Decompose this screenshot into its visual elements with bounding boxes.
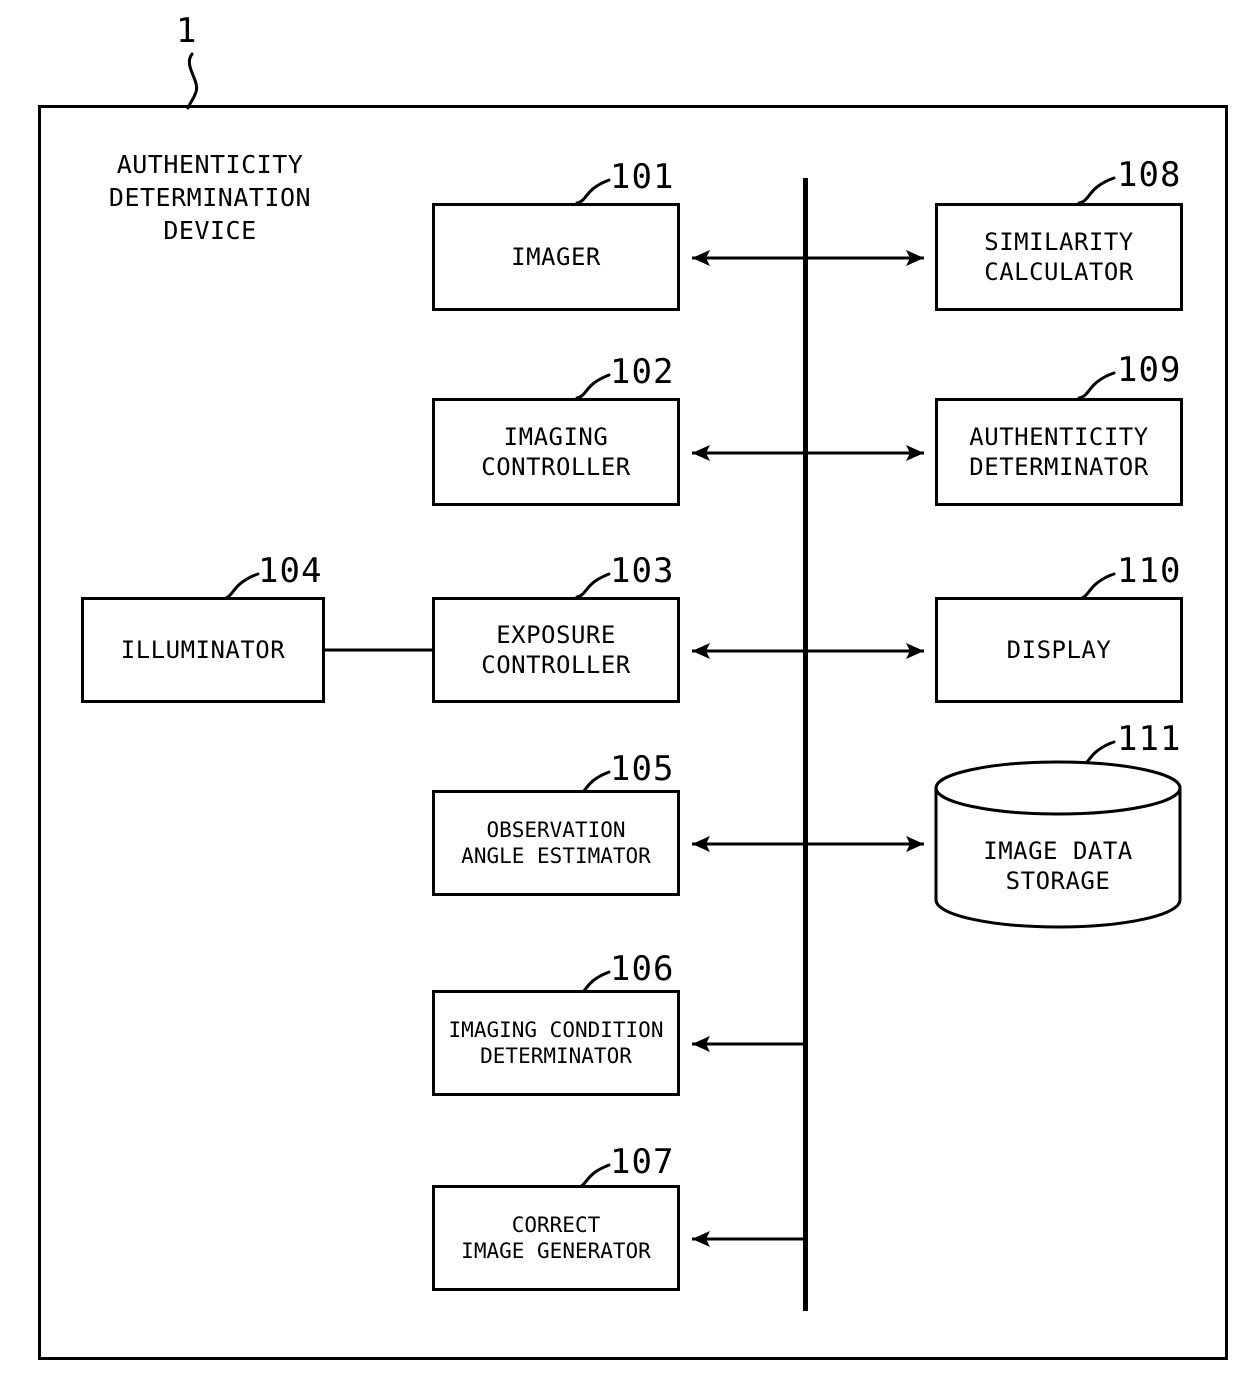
ref-numeral-106: 106 [610,949,675,989]
block-exposure-controller[interactable]: EXPOSURE CONTROLLER [432,597,680,703]
connector-authenticity-to-imaging-controller [692,445,924,461]
ref-numeral-108: 108 [1117,155,1182,195]
connector-display-to-exposure-controller [692,643,924,659]
block-imager[interactable]: IMAGER [432,203,680,311]
block-observation-angle-estimator-label: OBSERVATION ANGLE ESTIMATOR [461,817,651,868]
figure-reference-numeral: 1 [176,11,198,51]
device-title: AUTHENTICITY DETERMINATION DEVICE [108,150,312,245]
connector-similarity-to-imager [692,250,924,266]
block-imager-label: IMAGER [511,242,601,271]
ref-numeral-102: 102 [610,352,675,392]
figure-reference-leader [186,52,199,110]
block-imaging-controller-label: IMAGING CONTROLLER [481,422,631,481]
block-similarity-calculator-label: SIMILARITY CALCULATOR [984,227,1134,286]
connector-bus-to-correct-image-generator [692,1231,808,1247]
ref-numeral-104: 104 [258,551,323,591]
block-display[interactable]: DISPLAY [935,597,1183,703]
block-imaging-condition-determinator-label: IMAGING CONDITION DETERMINATOR [448,1017,664,1068]
block-similarity-calculator[interactable]: SIMILARITY CALCULATOR [935,203,1183,311]
connector-image-data-storage-to-observation-angle-estimator [692,836,924,852]
block-image-data-storage[interactable]: IMAGE DATA STORAGE [933,760,1183,929]
block-authenticity-determinator[interactable]: AUTHENTICITY DETERMINATOR [935,398,1183,506]
ref-numeral-111: 111 [1117,719,1182,759]
block-authenticity-determinator-label: AUTHENTICITY DETERMINATOR [969,422,1149,481]
block-correct-image-generator-label: CORRECT IMAGE GENERATOR [461,1212,651,1263]
ref-numeral-101: 101 [610,157,675,197]
leader-line-108 [1077,176,1116,205]
block-illuminator[interactable]: ILLUMINATOR [81,597,325,703]
leader-line-103 [575,572,611,599]
patent-figure: 1 AUTHENTICITY DETERMINATION DEVICE 101 … [0,0,1240,1376]
block-image-data-storage-label: IMAGE DATA STORAGE [983,837,1133,896]
ref-numeral-105: 105 [610,749,675,789]
leader-line-101 [575,178,611,205]
leader-line-109 [1077,371,1116,400]
block-observation-angle-estimator[interactable]: OBSERVATION ANGLE ESTIMATOR [432,790,680,896]
connector-bus-to-imaging-condition-determinator [692,1036,808,1052]
block-correct-image-generator[interactable]: CORRECT IMAGE GENERATOR [432,1185,680,1291]
connector-illuminator-to-exposure-controller [323,648,435,652]
ref-numeral-107: 107 [610,1142,675,1182]
block-illuminator-label: ILLUMINATOR [120,635,286,664]
block-exposure-controller-label: EXPOSURE CONTROLLER [481,620,631,679]
block-display-label: DISPLAY [1006,635,1112,664]
block-imaging-controller[interactable]: IMAGING CONTROLLER [432,398,680,506]
ref-numeral-109: 109 [1117,350,1182,390]
ref-numeral-110: 110 [1117,551,1182,591]
vertical-bus-line [803,178,808,1311]
leader-line-102 [575,373,611,400]
block-imaging-condition-determinator[interactable]: IMAGING CONDITION DETERMINATOR [432,990,680,1096]
ref-numeral-103: 103 [610,551,675,591]
